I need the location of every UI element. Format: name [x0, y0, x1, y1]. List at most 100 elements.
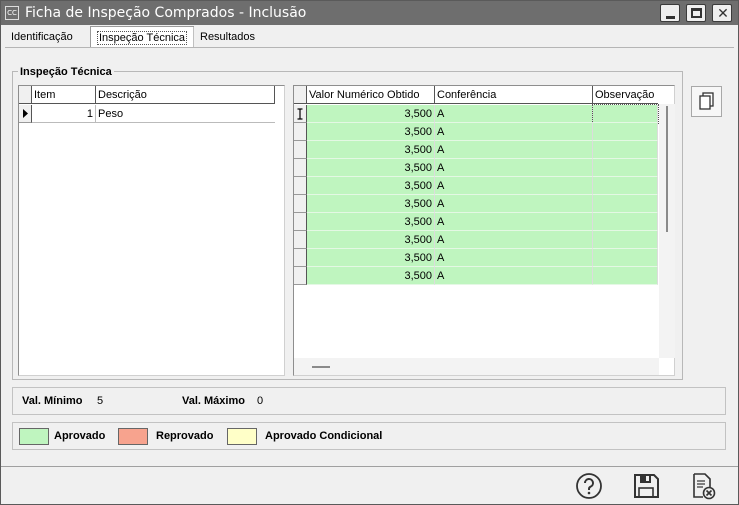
row-indicator [294, 249, 307, 267]
cancel-document-icon [693, 473, 716, 500]
maximize-icon [691, 8, 702, 18]
cell-observacao[interactable] [593, 213, 658, 231]
close-icon: ✕ [717, 5, 729, 21]
legend-swatch-aprovado [19, 428, 49, 445]
row-indicator [294, 231, 307, 249]
table-row[interactable]: 3,500 A [294, 249, 658, 267]
row-indicator [294, 159, 307, 177]
help-icon [576, 473, 602, 499]
table-row[interactable]: 3,500 A [294, 159, 658, 177]
save-button[interactable] [631, 471, 661, 501]
table-row[interactable]: 1 Peso [19, 105, 275, 123]
column-header-conferencia[interactable]: Conferência [435, 86, 593, 104]
minimize-button[interactable] [660, 4, 680, 22]
row-indicator [294, 267, 307, 285]
row-indicator [294, 213, 307, 231]
cell-valor[interactable]: 3,500 [307, 195, 435, 213]
cell-valor[interactable]: 3,500 [307, 267, 435, 285]
cell-descricao[interactable]: Peso [96, 105, 275, 123]
main-window: CC Ficha de Inspeção Comprados - Inclusã… [0, 0, 739, 505]
cell-conferencia[interactable]: A [435, 231, 593, 249]
table-row[interactable]: 3,500 A [294, 104, 659, 124]
cell-observacao[interactable] [593, 177, 658, 195]
tab-divider [5, 47, 734, 48]
footer-divider [1, 466, 738, 467]
column-header-descricao[interactable]: Descrição [96, 86, 275, 104]
save-icon [634, 474, 659, 498]
cell-valor[interactable]: 3,500 [307, 159, 435, 177]
cell-conferencia[interactable]: A [435, 177, 593, 195]
current-row-arrow-icon [23, 109, 28, 118]
cell-conferencia[interactable]: A [435, 195, 593, 213]
column-header-observacao[interactable]: Observação [593, 86, 658, 104]
cell-conferencia[interactable]: A [435, 267, 593, 285]
cell-valor[interactable]: 3,500 [307, 177, 435, 195]
app-icon[interactable]: CC [5, 6, 19, 20]
cell-observacao[interactable] [593, 267, 658, 285]
tab-identificacao[interactable]: Identificação [5, 27, 79, 47]
text-cursor-icon [297, 108, 303, 120]
legend-label-aprovado: Aprovado [54, 430, 106, 442]
table-row[interactable]: 3,500 A [294, 141, 658, 159]
max-value-label: Val. Máximo [182, 395, 245, 407]
items-grid[interactable]: Item Descrição 1 Peso [18, 85, 285, 376]
header-indicator [294, 86, 307, 104]
copy-button[interactable] [691, 86, 722, 117]
legend-swatch-reprovado [118, 428, 148, 445]
row-indicator [294, 123, 307, 141]
header-indicator [19, 86, 32, 104]
cell-conferencia[interactable]: A [435, 105, 593, 123]
cell-observacao[interactable] [593, 249, 658, 267]
table-row[interactable]: 3,500 A [294, 177, 658, 195]
items-grid-header: Item Descrição [19, 86, 275, 104]
cell-valor[interactable]: 3,500 [307, 123, 435, 141]
cell-valor[interactable]: 3,500 [307, 105, 435, 123]
close-button[interactable]: ✕ [712, 4, 732, 22]
cell-conferencia[interactable]: A [435, 159, 593, 177]
cell-observacao[interactable] [593, 123, 658, 141]
cell-observacao[interactable] [592, 104, 659, 124]
min-value: 5 [97, 395, 104, 407]
minimize-icon [666, 16, 675, 19]
horizontal-scrollbar[interactable] [294, 358, 659, 375]
tab-inspecao-tecnica[interactable]: Inspeção Técnica [90, 26, 195, 48]
cell-conferencia[interactable]: A [435, 141, 593, 159]
cell-item[interactable]: 1 [32, 105, 96, 123]
cell-valor[interactable]: 3,500 [307, 213, 435, 231]
row-indicator [294, 195, 307, 213]
tab-resultados[interactable]: Resultados [193, 27, 261, 47]
maximize-button[interactable] [686, 4, 706, 22]
row-indicator [294, 105, 307, 123]
table-row[interactable]: 3,500 A [294, 267, 658, 285]
results-grid[interactable]: Valor Numérico Obtido Conferência Observ… [293, 85, 675, 376]
horizontal-scroll-thumb[interactable] [312, 366, 330, 368]
cell-valor[interactable]: 3,500 [307, 249, 435, 267]
cell-observacao[interactable] [593, 141, 658, 159]
row-indicator [19, 105, 32, 123]
title-bar[interactable]: CC Ficha de Inspeção Comprados - Inclusã… [1, 1, 738, 25]
table-row[interactable]: 3,500 A [294, 123, 658, 141]
cell-observacao[interactable] [593, 231, 658, 249]
table-row[interactable]: 3,500 A [294, 213, 658, 231]
limits-panel: Val. Mínimo 5 Val. Máximo 0 [12, 387, 726, 415]
column-header-item[interactable]: Item [32, 86, 96, 104]
group-title: Inspeção Técnica [18, 66, 114, 78]
cancel-button[interactable] [688, 471, 718, 501]
vertical-scroll-thumb[interactable] [666, 106, 668, 232]
column-header-valor[interactable]: Valor Numérico Obtido [307, 86, 435, 104]
cell-observacao[interactable] [593, 159, 658, 177]
row-indicator [294, 141, 307, 159]
table-row[interactable]: 3,500 A [294, 231, 658, 249]
cell-conferencia[interactable]: A [435, 213, 593, 231]
table-row[interactable]: 3,500 A [294, 195, 658, 213]
tab-inspecao-tecnica-label: Inspeção Técnica [97, 31, 188, 45]
cell-valor[interactable]: 3,500 [307, 231, 435, 249]
help-button[interactable] [574, 471, 604, 501]
cell-conferencia[interactable]: A [435, 249, 593, 267]
max-value: 0 [257, 395, 264, 407]
cell-conferencia[interactable]: A [435, 123, 593, 141]
cell-valor[interactable]: 3,500 [307, 141, 435, 159]
vertical-scrollbar[interactable] [659, 104, 675, 358]
results-grid-header: Valor Numérico Obtido Conferência Observ… [294, 86, 658, 104]
cell-observacao[interactable] [593, 195, 658, 213]
